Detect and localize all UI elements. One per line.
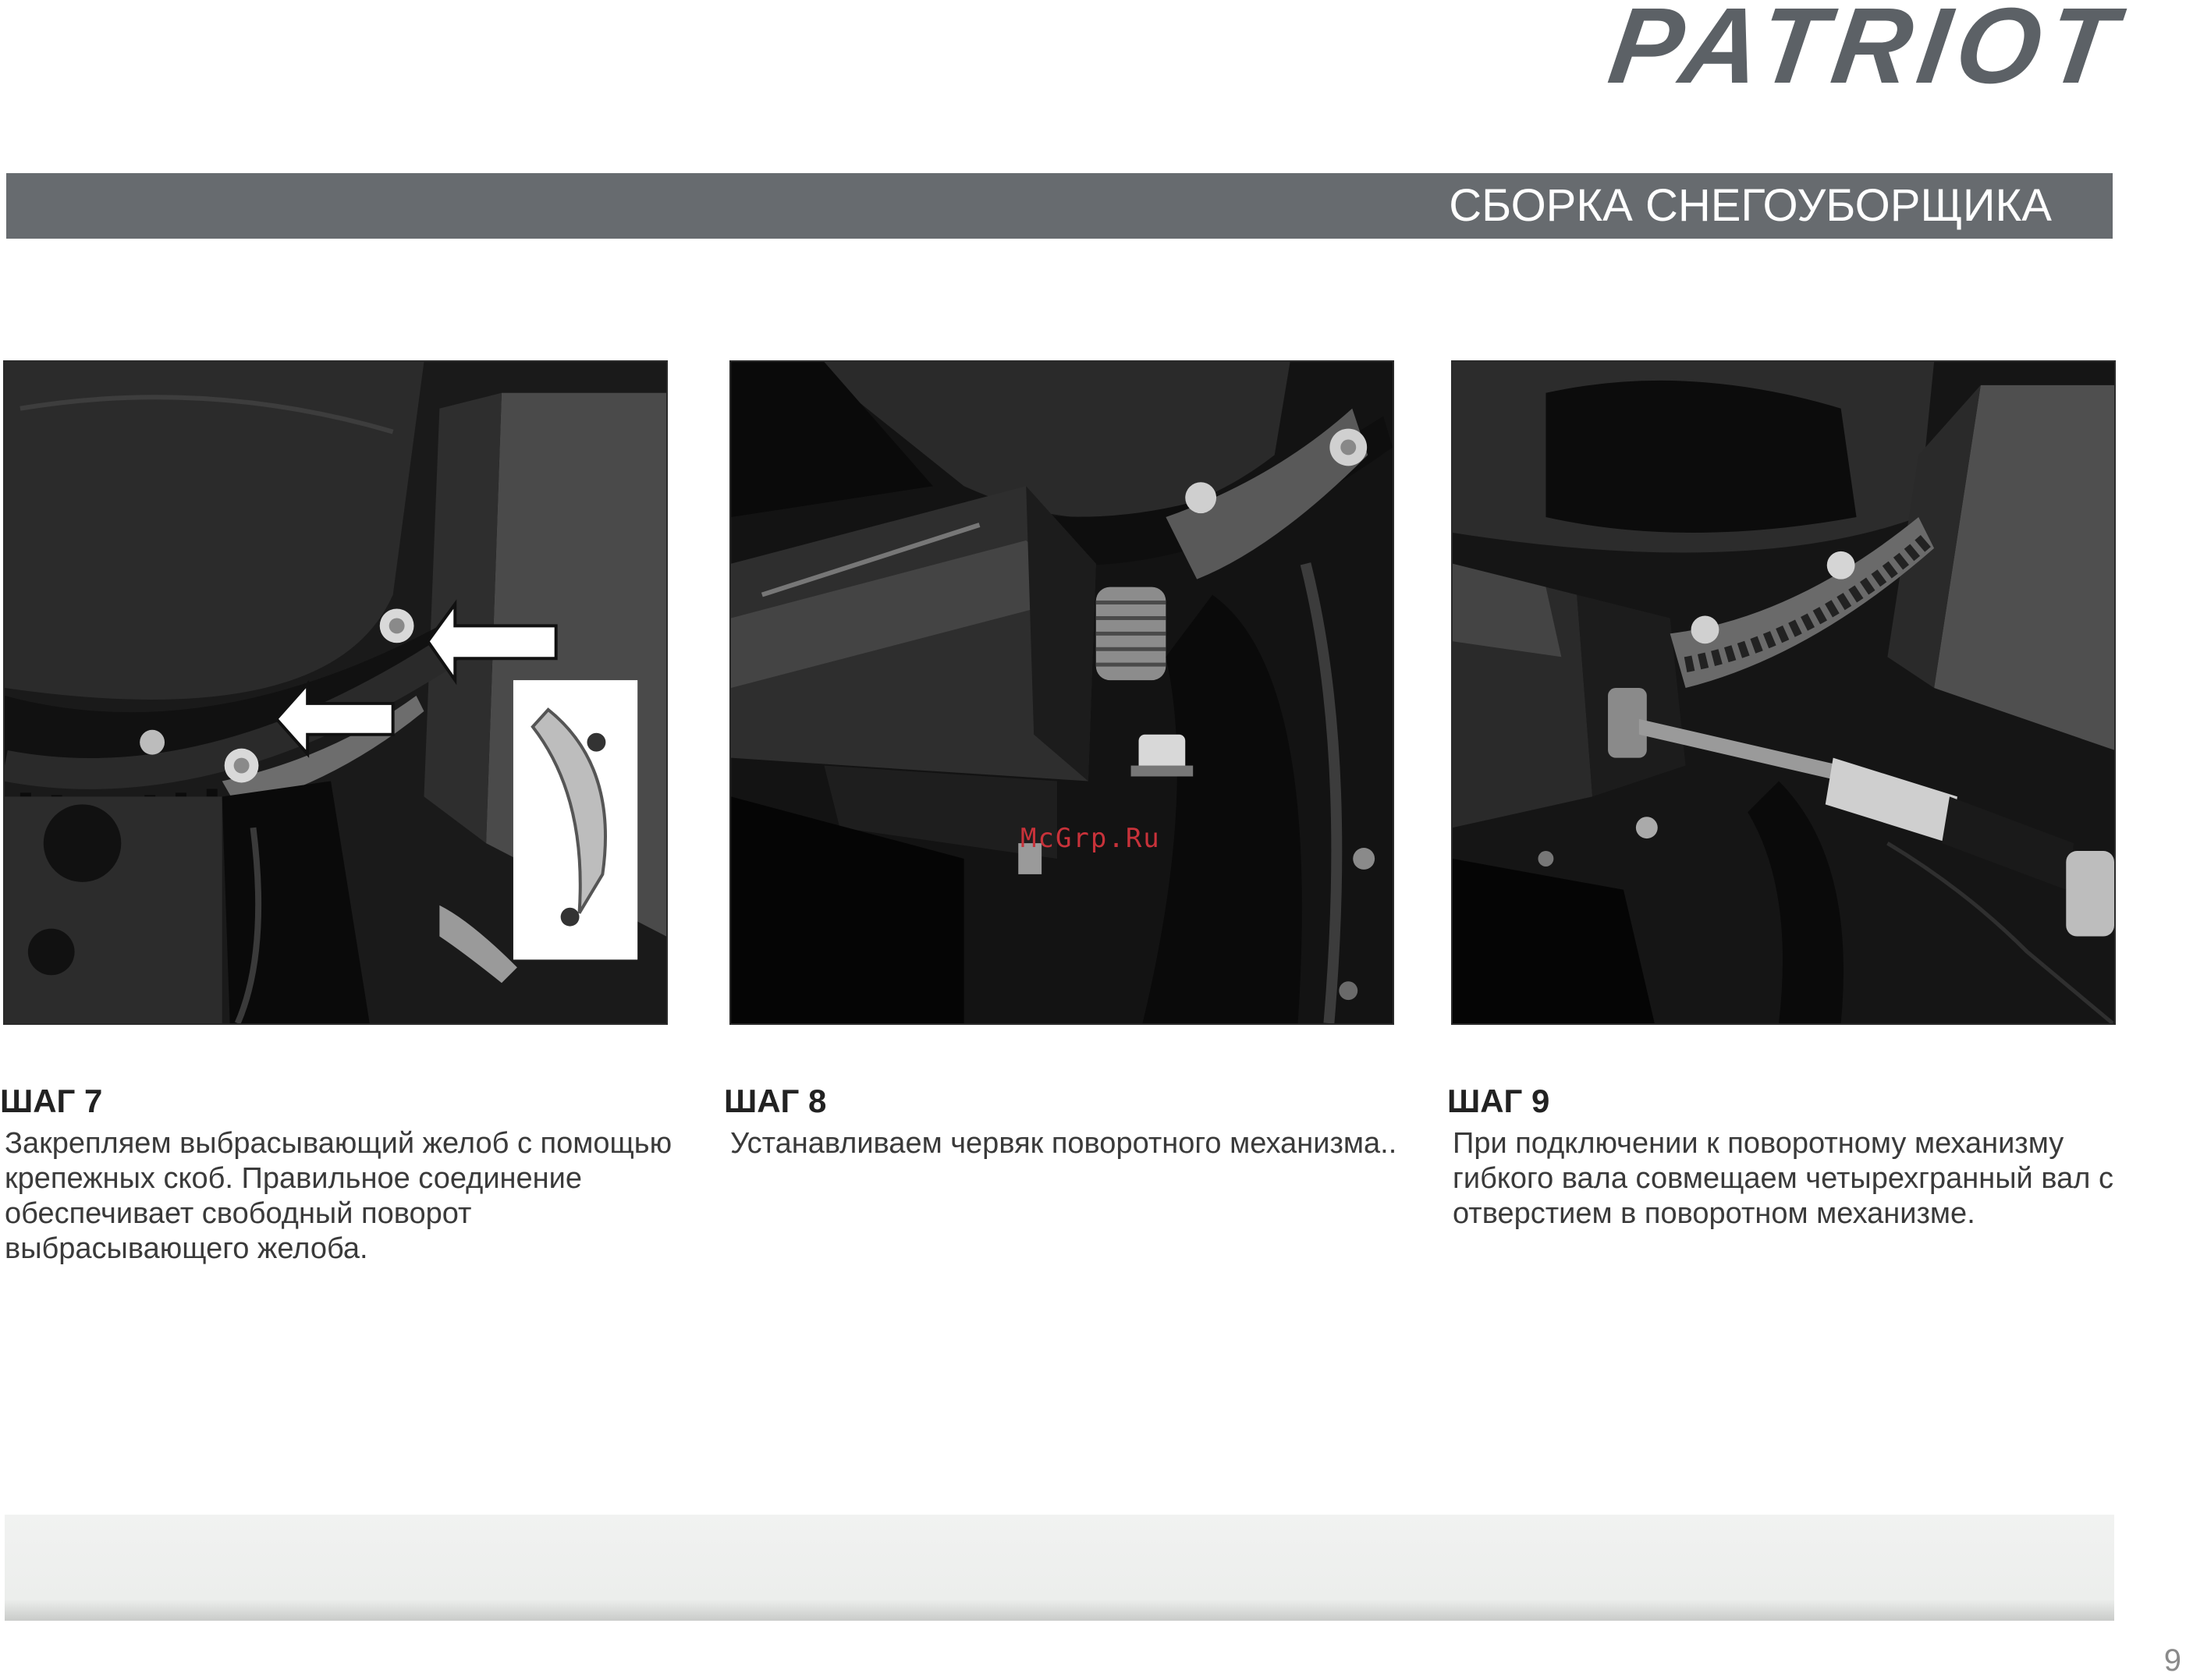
section-title: СБОРКА СНЕГОУБОРЩИКА bbox=[1449, 180, 2052, 231]
page-number: 9 bbox=[2163, 1643, 2181, 1678]
step-7-photo bbox=[3, 360, 668, 1025]
section-header-bar: СБОРКА СНЕГОУБОРЩИКА bbox=[6, 173, 2113, 239]
footer-bar bbox=[5, 1515, 2114, 1621]
step-9-photo bbox=[1451, 360, 2116, 1025]
step-9-title: ШАГ 9 bbox=[1447, 1083, 1550, 1119]
step-8-photo bbox=[729, 360, 1394, 1025]
step-8-title: ШАГ 8 bbox=[724, 1083, 827, 1119]
step-7-title: ШАГ 7 bbox=[0, 1083, 103, 1119]
patriot-logo: PATRIOT bbox=[1602, 0, 2131, 106]
step-9-text: При подключении к поворотному механизму … bbox=[1453, 1127, 2113, 1230]
watermark: McGrp.Ru bbox=[1020, 823, 1161, 854]
step-8-text: Устанавливаем червяк поворотного механиз… bbox=[730, 1127, 1397, 1160]
step-7-text: Закрепляем выбрасывающий желоб с помощью… bbox=[5, 1127, 672, 1265]
